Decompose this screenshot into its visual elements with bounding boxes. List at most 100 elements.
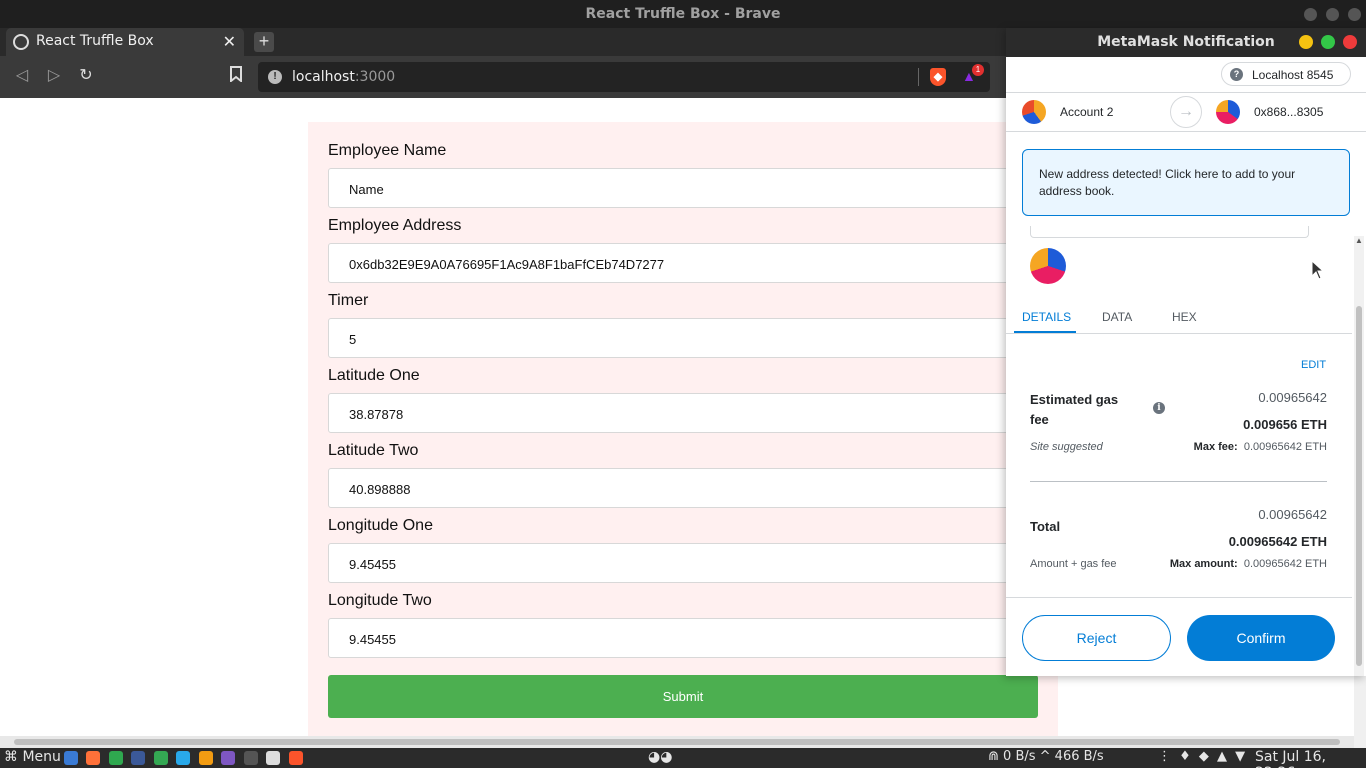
- edit-gas-button[interactable]: EDIT: [1301, 359, 1326, 371]
- reload-icon[interactable]: ↻: [76, 66, 96, 86]
- sender-recipient-row: Account 2 → 0x868...8305: [1006, 92, 1366, 132]
- arrow-right-icon: →: [1170, 96, 1202, 128]
- app-launcher-icon[interactable]: [64, 751, 78, 765]
- gas-fee-label: Estimated gas fee: [1030, 392, 1119, 427]
- browser-toolbar: ◁ ▷ ↻ ! localhost:3000 ◆ ▲ 1: [0, 56, 1010, 98]
- brave-shields-icon[interactable]: ◆: [930, 68, 946, 86]
- menu-label: Menu: [22, 749, 61, 765]
- vlc-icon[interactable]: [198, 751, 213, 765]
- tab-hex[interactable]: HEX: [1172, 310, 1197, 324]
- wifi-icon: ⋒: [988, 749, 999, 764]
- latitude-two-input[interactable]: 40.898888: [328, 468, 1038, 508]
- network-speed-text: 0 B/s ^ 466 B/s: [1003, 749, 1104, 764]
- pycharm-icon[interactable]: [108, 751, 123, 765]
- from-account-name[interactable]: Account 2: [1060, 105, 1113, 119]
- maximize-popup-button[interactable]: [1321, 35, 1335, 49]
- back-icon[interactable]: ◁: [12, 66, 32, 86]
- address-divider: [918, 68, 919, 86]
- total-primary: 0.00965642 ETH: [1228, 534, 1327, 549]
- webstorm-icon[interactable]: [131, 751, 146, 765]
- scroll-up-icon[interactable]: ▲: [1355, 236, 1363, 245]
- minimize-window-button[interactable]: [1304, 8, 1317, 21]
- reject-button[interactable]: Reject: [1022, 615, 1171, 661]
- confirm-button[interactable]: Confirm: [1187, 615, 1335, 661]
- url-text: localhost:3000: [292, 69, 395, 85]
- telegram-icon[interactable]: [176, 751, 191, 765]
- url-port: :3000: [354, 69, 396, 85]
- forward-icon[interactable]: ▷: [44, 66, 64, 86]
- new-address-notice[interactable]: New address detected! Click here to add …: [1022, 149, 1350, 216]
- files-icon[interactable]: [221, 751, 236, 765]
- max-fee-value: 0.00965642 ETH: [1243, 441, 1327, 453]
- metamask-titlebar: MetaMask Notification: [1006, 28, 1366, 57]
- total-secondary: 0.00965642: [1258, 507, 1327, 522]
- latitude-two-label: Latitude Two: [328, 442, 419, 459]
- tab-data[interactable]: DATA: [1102, 310, 1132, 324]
- mouse-cursor-icon: [1311, 259, 1325, 285]
- gas-info-icon[interactable]: i: [1153, 402, 1165, 414]
- max-amount-value: 0.00965642 ETH: [1243, 558, 1327, 570]
- amount-plus-gas-label: Amount + gas fee: [1030, 558, 1117, 570]
- total-label: Total: [1030, 519, 1061, 534]
- to-account-identicon: [1216, 100, 1240, 124]
- url-host: localhost: [292, 69, 355, 85]
- employee-address-input[interactable]: 0x6db32E9E9A0A76695F1Ac9A8F1baFfCEb74D72…: [328, 243, 1038, 283]
- transaction-tabs: DETAILS DATA HEX: [1006, 300, 1352, 334]
- browser-tab[interactable]: React Truffle Box ✕: [6, 28, 244, 56]
- taskbar-apps: [64, 751, 307, 767]
- max-fee-label: Max fee:: [1193, 441, 1238, 453]
- network-question-icon: ?: [1230, 68, 1243, 81]
- close-window-button[interactable]: [1348, 8, 1361, 21]
- xeyes-icon: ◕◕: [648, 749, 673, 765]
- longitude-one-input[interactable]: 9.45455: [328, 543, 1038, 583]
- terminal-icon[interactable]: [243, 751, 258, 765]
- longitude-two-input[interactable]: 9.45455: [328, 618, 1038, 658]
- latitude-one-input[interactable]: 38.87878: [328, 393, 1038, 433]
- new-tab-button[interactable]: +: [254, 32, 274, 52]
- network-selector[interactable]: ? Localhost 8545: [1221, 62, 1351, 86]
- window-title: React Truffle Box - Brave: [585, 6, 781, 22]
- site-suggested-label: Site suggested: [1030, 441, 1103, 453]
- longitude-one-label: Longitude One: [328, 517, 433, 534]
- longitude-two-label: Longitude Two: [328, 592, 432, 609]
- metamask-scrollbar[interactable]: ▲: [1354, 236, 1364, 676]
- firefox-icon[interactable]: [86, 751, 101, 765]
- employee-name-input[interactable]: Name: [328, 168, 1038, 208]
- site-info-icon[interactable]: !: [268, 70, 282, 84]
- address-bar[interactable]: ! localhost:3000 ◆ ▲ 1: [258, 62, 990, 92]
- network-name: Localhost 8545: [1252, 68, 1334, 82]
- brave-icon[interactable]: [288, 751, 303, 765]
- rewards-badge: 1: [972, 64, 984, 76]
- gas-fee-secondary: 0.00965642: [1258, 390, 1327, 405]
- to-account-address[interactable]: 0x868...8305: [1254, 105, 1323, 119]
- maximize-window-button[interactable]: [1326, 8, 1339, 21]
- settings-icon[interactable]: [266, 751, 281, 765]
- metamask-popup: MetaMask Notification ? Localhost 8545 A…: [1006, 28, 1366, 676]
- tab-close-icon[interactable]: ✕: [223, 32, 236, 52]
- taskbar: ⌘ Menu ◕◕ ⋒ 0 B/s ^ 466 B/s ⋮ ♦ ◆ ▲ ▼ Sa…: [0, 748, 1366, 768]
- close-popup-button[interactable]: [1343, 35, 1357, 49]
- employee-form: Employee Name Name Employee Address 0x6d…: [308, 122, 1058, 742]
- menu-icon: ⌘: [4, 749, 18, 765]
- timer-label: Timer: [328, 292, 369, 309]
- employee-address-label: Employee Address: [328, 217, 462, 234]
- submit-button[interactable]: Submit: [328, 675, 1038, 718]
- page-horizontal-scrollbar[interactable]: [0, 736, 1354, 748]
- chrome-icon[interactable]: [153, 751, 168, 765]
- employee-name-label: Employee Name: [328, 142, 447, 159]
- active-tab-indicator: [1014, 331, 1076, 333]
- metamask-scrollbar-thumb[interactable]: [1356, 306, 1362, 666]
- bookmark-icon[interactable]: [226, 66, 246, 86]
- contract-identicon: [1030, 248, 1066, 284]
- start-menu-button[interactable]: ⌘ Menu: [4, 749, 61, 765]
- timer-input[interactable]: 5: [328, 318, 1038, 358]
- tab-strip: React Truffle Box ✕ +: [0, 28, 1010, 56]
- scrollbar-thumb[interactable]: [14, 739, 1340, 745]
- brave-rewards-icon[interactable]: ▲ 1: [962, 64, 984, 86]
- minimize-popup-button[interactable]: [1299, 35, 1313, 49]
- taskbar-clock[interactable]: Sat Jul 16, 22:26: [1255, 749, 1366, 768]
- footer-divider: [1006, 597, 1352, 598]
- gas-fee-primary: 0.009656 ETH: [1243, 417, 1327, 432]
- system-tray: ⋮ ♦ ◆ ▲ ▼: [1158, 749, 1248, 764]
- tab-details[interactable]: DETAILS: [1022, 310, 1071, 324]
